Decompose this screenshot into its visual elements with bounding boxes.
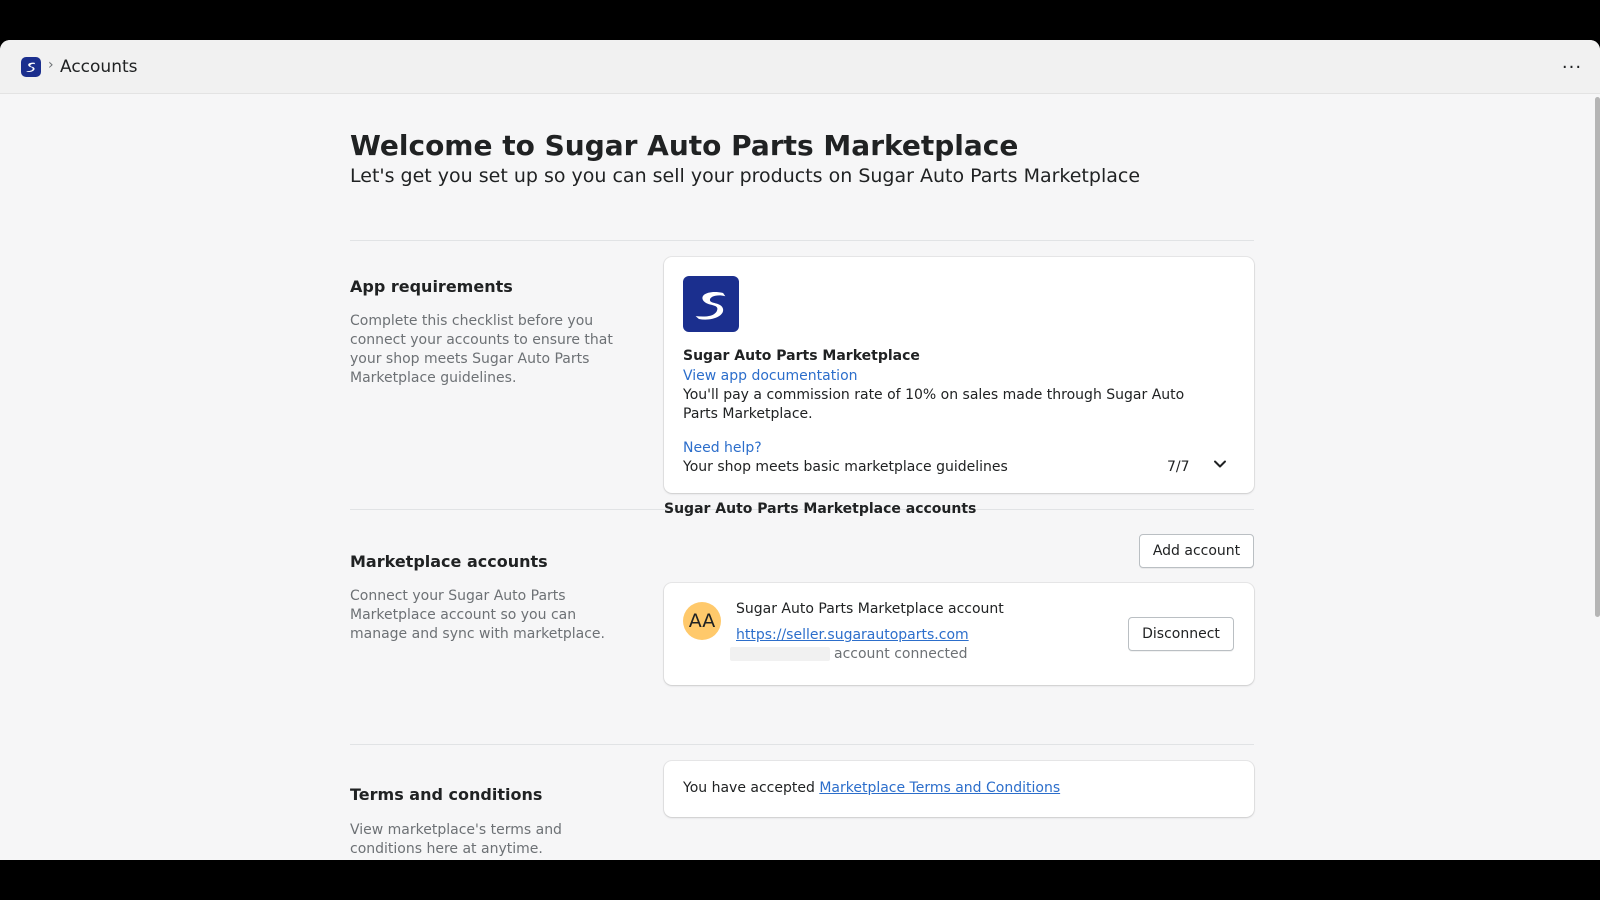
terms-accepted-text: You have accepted Marketplace Terms and … — [683, 779, 1060, 798]
redacted-account-id — [730, 647, 830, 661]
chevron-down-icon[interactable] — [1213, 457, 1227, 471]
app-name: Sugar Auto Parts Marketplace — [683, 348, 920, 364]
add-account-button[interactable]: Add account — [1139, 534, 1254, 568]
need-help-link[interactable]: Need help? — [683, 439, 762, 458]
terms-section-description: View marketplace's terms and conditions … — [350, 822, 562, 857]
account-url-link[interactable]: https://seller.sugarautoparts.com — [736, 626, 969, 645]
avatar: AA — [683, 602, 721, 640]
accounts-section-title: Marketplace accounts — [350, 552, 548, 571]
disconnect-button[interactable]: Disconnect — [1128, 617, 1234, 651]
app-logo-icon — [683, 276, 739, 332]
terms-accepted-prefix: You have accepted — [683, 780, 815, 796]
breadcrumb-title: Accounts — [60, 57, 138, 77]
terms-link[interactable]: Marketplace Terms and Conditions — [819, 780, 1060, 796]
requirements-card: Sugar Auto Parts Marketplace View app do… — [664, 257, 1254, 493]
view-documentation-link[interactable]: View app documentation — [683, 367, 858, 386]
accounts-list-header: Sugar Auto Parts Marketplace accounts — [664, 501, 977, 517]
breadcrumb-separator: › — [48, 57, 54, 73]
account-status: account connected — [834, 646, 968, 662]
page-title: Welcome to Sugar Auto Parts Marketplace — [350, 129, 1019, 162]
top-bar: › Accounts ··· — [0, 40, 1600, 94]
checklist-progress: 7/7 — [1167, 459, 1190, 475]
requirements-section-title: App requirements — [350, 277, 513, 296]
terms-card: You have accepted Marketplace Terms and … — [664, 761, 1254, 817]
page-subtitle: Let's get you set up so you can sell you… — [350, 165, 1141, 187]
account-card: AA Sugar Auto Parts Marketplace account … — [664, 583, 1254, 685]
account-name: Sugar Auto Parts Marketplace account — [736, 601, 1004, 617]
section-divider — [350, 240, 1254, 241]
commission-text: You'll pay a commission rate of 10% on s… — [683, 387, 1185, 422]
more-actions-label: ··· — [1561, 56, 1583, 78]
bottom-bar — [0, 860, 1600, 900]
scrollbar[interactable] — [1595, 97, 1600, 617]
requirements-section-description: Complete this checklist before you conne… — [350, 313, 613, 386]
app-window: › Accounts ··· Welcome to Sugar Auto Par… — [0, 40, 1600, 860]
accounts-section-description: Connect your Sugar Auto Parts Marketplac… — [350, 588, 605, 642]
app-logo-icon[interactable] — [21, 57, 41, 77]
terms-section-title: Terms and conditions — [350, 785, 543, 804]
more-actions-icon[interactable]: ··· — [1558, 54, 1586, 80]
checklist-text: Your shop meets basic marketplace guidel… — [683, 459, 1008, 475]
section-divider — [350, 744, 1254, 745]
